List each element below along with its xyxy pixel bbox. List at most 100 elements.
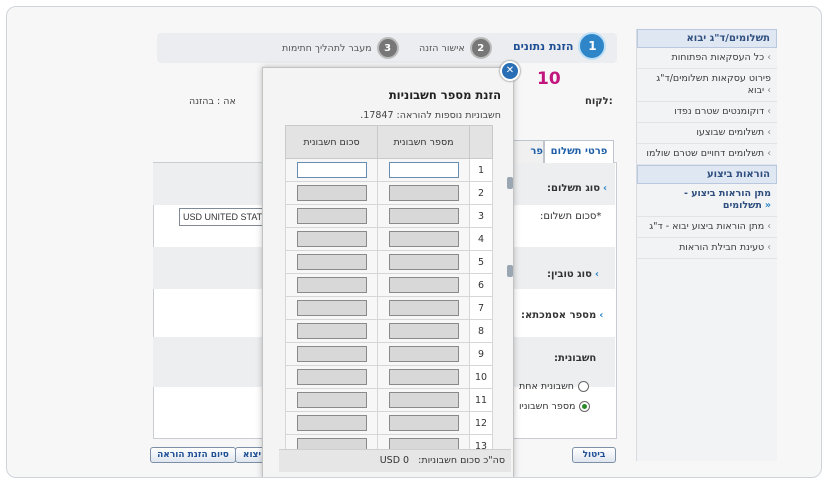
sidebar-item-import-instructions[interactable]: מתן הוראות ביצוע יבוא - ד"ג ‹ bbox=[637, 217, 777, 238]
invoice-amount-input[interactable] bbox=[296, 231, 367, 247]
payment-type-text: סוג תשלום: bbox=[547, 183, 601, 194]
invoice-amount-cell bbox=[285, 250, 378, 274]
table-row: 4 bbox=[285, 227, 493, 251]
radio-label: חשבונית אחת bbox=[519, 381, 575, 392]
table-row: 5 bbox=[285, 250, 493, 274]
chevron-right-icon: › bbox=[603, 183, 608, 194]
radio-single-invoice[interactable]: חשבונית אחת bbox=[519, 381, 590, 392]
sidebar-item-label: טעינת חבילת הוראות bbox=[679, 242, 765, 253]
invoice-number-input[interactable] bbox=[388, 254, 459, 270]
invoice-number-input[interactable] bbox=[388, 300, 459, 316]
invoice-amount-cell bbox=[285, 342, 378, 366]
sidebar-item-label: פירוט עסקאות תשלומים/ד"ג יבוא bbox=[656, 73, 771, 96]
payment-amount-label: *סכום תשלום: bbox=[540, 211, 602, 222]
invoice-amount-input[interactable] bbox=[296, 346, 367, 362]
sidebar-item-payment-instructions[interactable]: מתן הוראות ביצוע - תשלומים» bbox=[637, 184, 777, 217]
sidebar-item-open-deals[interactable]: כל העסקאות הפתוחות ‹ bbox=[637, 48, 777, 69]
sidebar-item-deal-details[interactable]: פירוט עסקאות תשלומים/ד"ג יבוא ‹ bbox=[637, 69, 777, 102]
sidebar-item-unredeemed-documents[interactable]: דוקומנטים שטרם נפדו ‹ bbox=[637, 102, 777, 123]
invoice-amount-input[interactable] bbox=[296, 254, 367, 270]
cancel-button[interactable]: ביטול bbox=[572, 447, 616, 463]
accounts-label: חשבונית: bbox=[554, 353, 597, 364]
invoice-number-input[interactable] bbox=[388, 277, 459, 293]
status-text: אה : בהזנה bbox=[189, 96, 236, 107]
table-row: 8 bbox=[285, 319, 493, 343]
chevron-left-icon: ‹ bbox=[767, 106, 771, 117]
sidebar-item-deferred-payments[interactable]: תשלומים דחויים שטרם שולמו ‹ bbox=[637, 144, 777, 165]
radio-label: מספר חשבוניו bbox=[519, 401, 576, 412]
payment-type-label: ›סוג תשלום: bbox=[547, 183, 607, 194]
invoice-amount-cell bbox=[285, 273, 378, 297]
invoice-number-cell bbox=[377, 158, 470, 182]
table-row: 9 bbox=[285, 342, 493, 366]
sidebar-item-label: מתן הוראות ביצוע יבוא - ד"ג bbox=[649, 221, 765, 232]
chevron-left-icon: ‹ bbox=[767, 242, 771, 253]
radio-button[interactable] bbox=[578, 381, 590, 392]
close-icon[interactable]: ✕ bbox=[500, 61, 520, 81]
invoice-number-input[interactable] bbox=[388, 346, 459, 362]
invoice-amount-input[interactable] bbox=[296, 208, 367, 224]
modal-title: הזנת מספר חשבוניות bbox=[388, 88, 501, 102]
invoice-number-input[interactable] bbox=[388, 323, 459, 339]
sidebar-item-label: תשלומים שבוצעו bbox=[696, 127, 765, 138]
row-index: 10 bbox=[469, 365, 493, 389]
invoice-amount-cell bbox=[285, 158, 378, 182]
invoice-amount-input[interactable] bbox=[296, 415, 367, 431]
document-number-text: מספר אסמכתא: bbox=[521, 310, 597, 321]
scroll-indicator[interactable] bbox=[507, 177, 513, 189]
invoice-amount-input[interactable] bbox=[296, 185, 367, 201]
radio-multiple-invoices[interactable]: מספר חשבוניו bbox=[519, 401, 591, 412]
invoice-number-input[interactable] bbox=[388, 185, 459, 201]
step-1-number: 1 bbox=[578, 32, 607, 60]
table-row: 6 bbox=[285, 273, 493, 297]
invoice-number-input[interactable] bbox=[388, 369, 459, 385]
invoice-amount-input[interactable] bbox=[296, 369, 367, 385]
tab-payment-details[interactable]: פרטי תשלום bbox=[544, 140, 614, 163]
invoice-number-cell bbox=[377, 342, 470, 366]
invoice-number-cell bbox=[377, 273, 470, 297]
currency-field[interactable]: USD UNITED STAT bbox=[179, 208, 274, 226]
step-1-label: הזנת נתונים bbox=[513, 39, 574, 53]
goods-type-label: ›סוג טובין: bbox=[547, 269, 599, 280]
invoice-number-input[interactable] bbox=[388, 231, 459, 247]
invoice-number-input[interactable] bbox=[388, 162, 459, 178]
tab-partial[interactable]: פר bbox=[512, 140, 544, 163]
app-frame: 1 הזנת נתונים 2 אישור הזנה 3 מעבר לתהליך… bbox=[6, 6, 822, 478]
invoice-amount-cell bbox=[285, 181, 378, 205]
row-index: 1 bbox=[469, 158, 493, 182]
scroll-indicator[interactable] bbox=[507, 265, 513, 277]
sidebar-item-label: מתן הוראות ביצוע - תשלומים bbox=[683, 188, 771, 211]
row-index: 7 bbox=[469, 296, 493, 320]
invoice-number-input[interactable] bbox=[388, 208, 459, 224]
steps-bar: 1 הזנת נתונים 2 אישור הזנה 3 מעבר לתהליך… bbox=[157, 32, 617, 63]
invoice-amount-cell bbox=[285, 319, 378, 343]
table-row: 2 bbox=[285, 181, 493, 205]
sidebar-section-instructions-title: הוראות ביצוע bbox=[637, 165, 777, 184]
invoice-amount-input[interactable] bbox=[296, 323, 367, 339]
sidebar: תשלומים/ד"ג יבוא כל העסקאות הפתוחות ‹ פיר… bbox=[636, 29, 777, 461]
sidebar-item-label: דוקומנטים שטרם נפדו bbox=[674, 106, 765, 117]
total-label: סה"כ סכום חשבוניות: bbox=[418, 455, 505, 466]
invoice-number-input[interactable] bbox=[388, 415, 459, 431]
sidebar-item-completed-payments[interactable]: תשלומים שבוצעו ‹ bbox=[637, 123, 777, 144]
chevron-left-icon: ‹ bbox=[767, 52, 771, 63]
invoice-number-cell bbox=[377, 411, 470, 435]
invoice-amount-cell bbox=[285, 388, 378, 412]
goods-type-text: סוג טובין: bbox=[547, 269, 592, 280]
invoice-amount-input[interactable] bbox=[296, 277, 367, 293]
invoice-number-cell bbox=[377, 227, 470, 251]
invoice-amount-input[interactable] bbox=[296, 162, 367, 178]
invoice-amount-input[interactable] bbox=[296, 300, 367, 316]
invoice-amount-cell bbox=[285, 204, 378, 228]
sidebar-item-load-package[interactable]: טעינת חבילת הוראות ‹ bbox=[637, 238, 777, 259]
row-index: 6 bbox=[469, 273, 493, 297]
page: 1 הזנת נתונים 2 אישור הזנה 3 מעבר לתהליך… bbox=[7, 7, 821, 477]
invoice-table: סכום חשבונית מספר חשבונית 1 2 3 4 5 6 7 8 9 10 11 1… bbox=[285, 125, 493, 458]
invoice-number-cell bbox=[377, 365, 470, 389]
radio-button[interactable] bbox=[579, 401, 591, 412]
finish-entry-button[interactable]: סיום הזנת הוראה bbox=[150, 447, 236, 463]
invoice-amount-input[interactable] bbox=[296, 392, 367, 408]
double-chevron-icon: » bbox=[764, 200, 771, 211]
invoice-number-input[interactable] bbox=[388, 392, 459, 408]
table-row: 1 bbox=[285, 158, 493, 182]
